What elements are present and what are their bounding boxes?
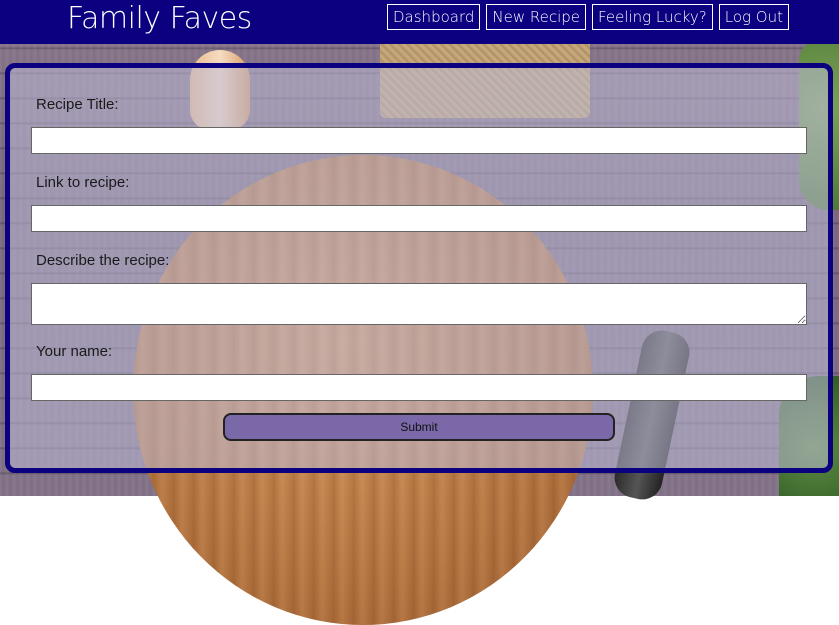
submit-button[interactable]: Submit [223, 413, 615, 441]
your-name-label: Your name: [36, 343, 113, 360]
nav-feeling-lucky-button[interactable]: Feeling Lucky? [592, 4, 713, 30]
recipe-title-label: Recipe Title: [36, 96, 119, 113]
your-name-input[interactable] [31, 374, 807, 401]
nav-menu: Dashboard New Recipe Feeling Lucky? Log … [387, 4, 789, 30]
app-title[interactable]: Family Faves [67, 0, 252, 38]
recipe-link-label: Link to recipe: [36, 174, 130, 191]
nav-log-out-button[interactable]: Log Out [718, 4, 789, 30]
new-recipe-form: Recipe Title: Link to recipe: Describe t… [5, 63, 833, 473]
nav-new-recipe-button[interactable]: New Recipe [486, 4, 587, 30]
top-navbar: Family Faves Dashboard New Recipe Feelin… [0, 0, 839, 44]
recipe-description-label: Describe the recipe: [36, 252, 170, 269]
recipe-title-input[interactable] [31, 127, 807, 154]
nav-dashboard-button[interactable]: Dashboard [387, 4, 481, 30]
recipe-description-textarea[interactable] [31, 283, 807, 325]
recipe-link-input[interactable] [31, 205, 807, 232]
